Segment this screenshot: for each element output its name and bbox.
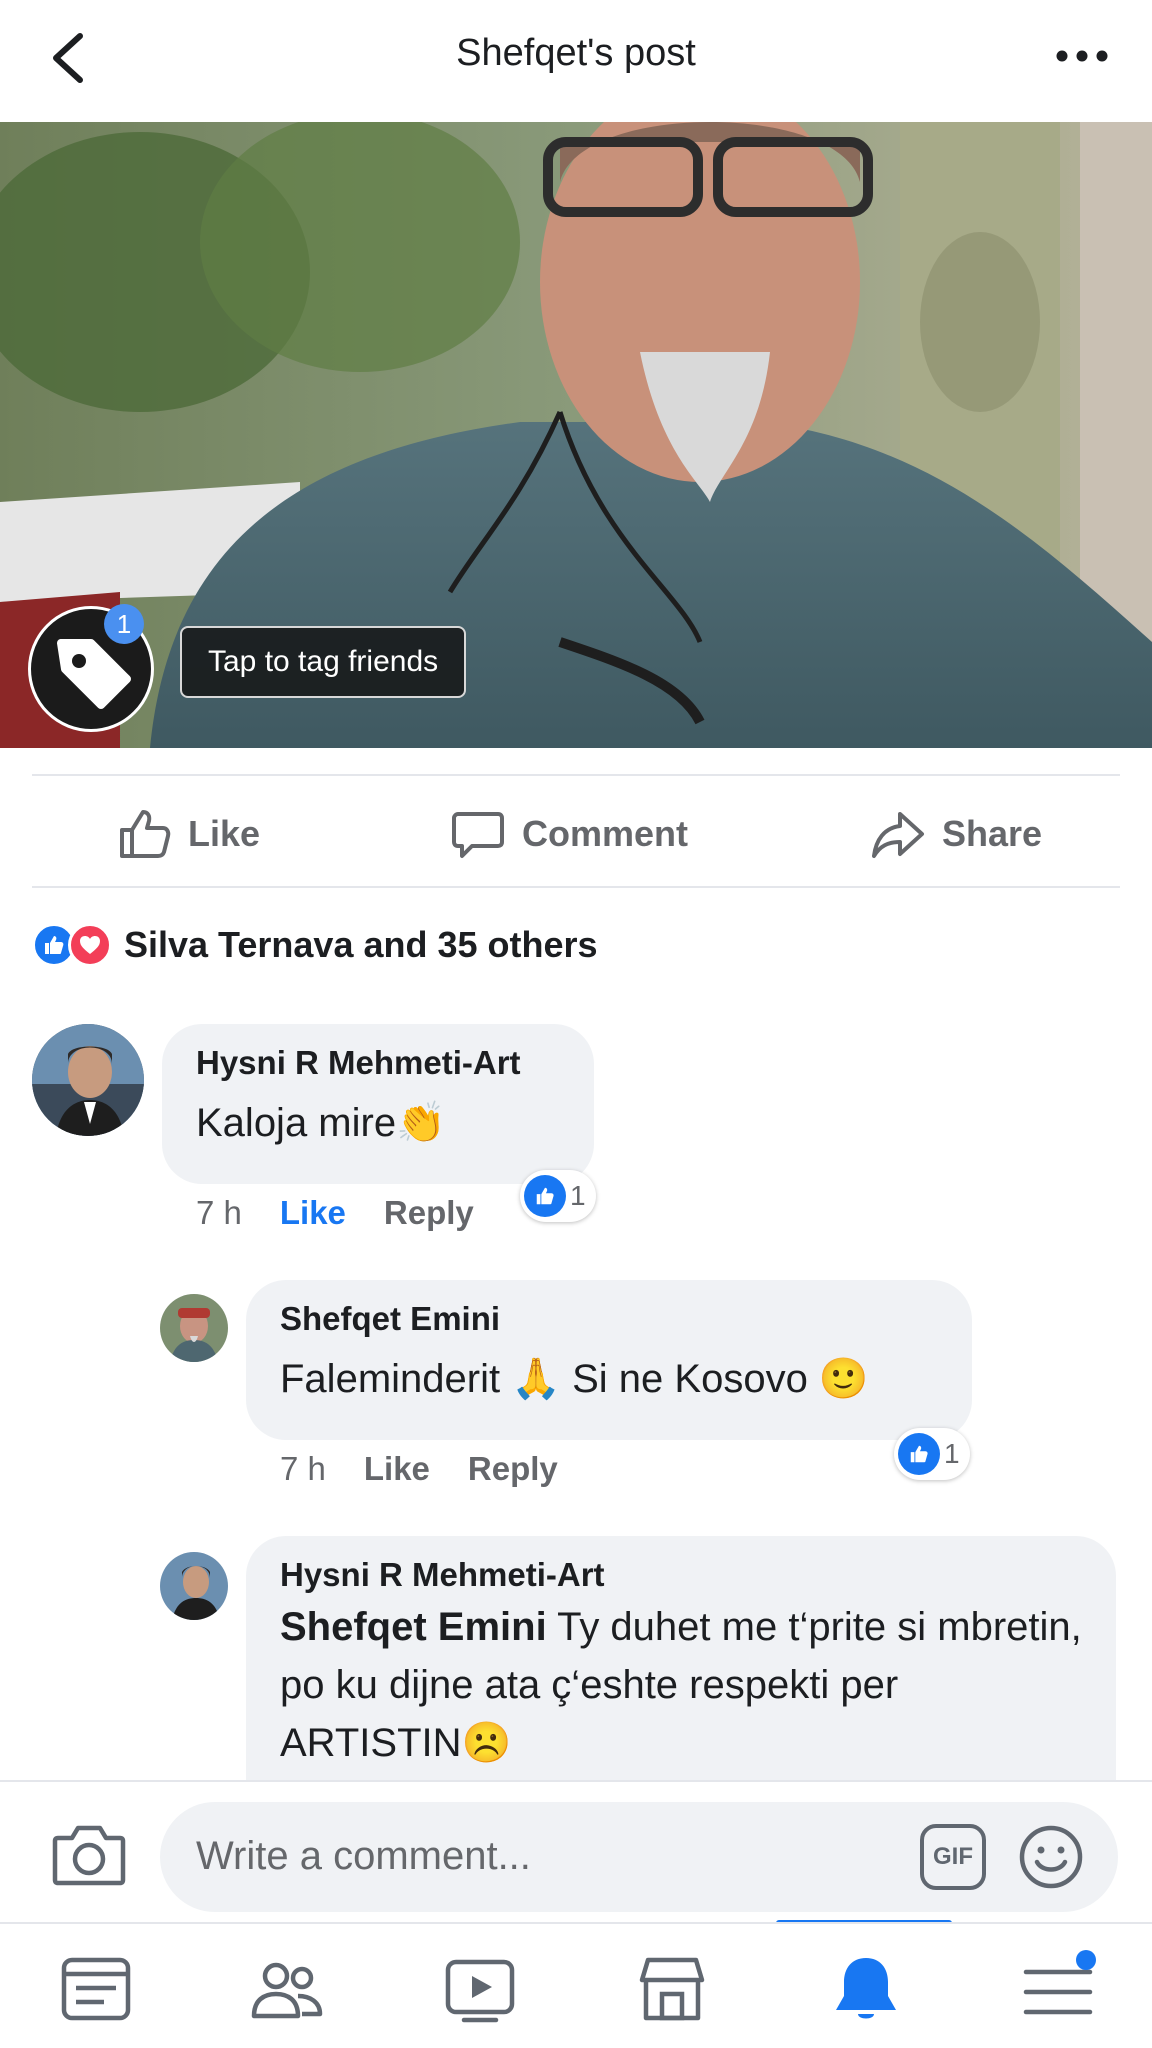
bottom-tab-bar <box>0 1922 1152 2048</box>
comment-like-button[interactable]: Like <box>364 1450 430 1488</box>
comment-text: Shefqet Emini Ty duhet me t‘prite si mbr… <box>280 1598 1082 1772</box>
comment-button[interactable]: Comment <box>450 800 688 868</box>
comment-reply-button[interactable]: Reply <box>468 1450 558 1488</box>
comment-text: Faleminderit 🙏 Si ne Kosovo 🙂 <box>280 1357 869 1401</box>
comment-author[interactable]: Hysni R Mehmeti-Art <box>196 1044 560 1082</box>
marketplace-icon[interactable] <box>632 1954 712 2024</box>
comment-composer: Write a comment... GIF <box>0 1780 1152 1922</box>
share-icon <box>872 812 924 858</box>
post-photo[interactable] <box>0 122 1152 748</box>
watch-icon[interactable] <box>440 1954 520 2024</box>
avatar[interactable] <box>32 1024 144 1136</box>
comment-author[interactable]: Hysni R Mehmeti-Art <box>280 1556 1082 1594</box>
comment-reply-button[interactable]: Reply <box>384 1194 474 1232</box>
news-feed-icon[interactable] <box>56 1954 136 2024</box>
avatar[interactable] <box>160 1552 228 1620</box>
thumbs-up-icon <box>120 810 171 858</box>
like-label: Like <box>188 813 261 854</box>
avatar-image <box>160 1552 228 1620</box>
photo-image <box>0 122 1152 748</box>
comment-author[interactable]: Shefqet Emini <box>280 1300 938 1338</box>
menu-notification-dot <box>1076 1950 1096 1970</box>
reactions-summary[interactable]: Silva Ternava and 35 others <box>32 920 598 970</box>
comment-text: Kaloja mire👏 <box>196 1101 446 1145</box>
emoji-icon[interactable] <box>1018 1824 1084 1890</box>
avatar[interactable] <box>160 1294 228 1362</box>
divider <box>32 886 1120 888</box>
comment-bubble[interactable]: Shefqet Emini Faleminderit 🙏 Si ne Kosov… <box>246 1280 972 1440</box>
page-title: Shefqet's post <box>456 32 696 74</box>
camera-icon[interactable] <box>52 1820 126 1886</box>
comment-like-button[interactable]: Like <box>280 1194 346 1232</box>
comment-label: Comment <box>522 813 689 854</box>
comment-meta: 7 h Like Reply <box>196 1194 474 1232</box>
comment-icon <box>452 812 504 858</box>
comment-bubble[interactable]: Hysni R Mehmeti-Art Kaloja mire👏 <box>162 1024 594 1184</box>
friends-icon[interactable] <box>246 1954 326 2024</box>
comment-time: 7 h <box>196 1194 242 1231</box>
like-button[interactable]: Like <box>116 800 260 868</box>
tag-friends-tooltip[interactable]: Tap to tag friends <box>180 626 467 698</box>
comment-input[interactable]: Write a comment... GIF <box>160 1802 1118 1912</box>
notifications-icon[interactable] <box>826 1954 906 2024</box>
top-bar: Shefqet's post <box>0 0 1152 122</box>
comment-time: 7 h <box>280 1450 326 1487</box>
reactions-summary-text: Silva Ternava and 35 others <box>124 924 598 965</box>
reaction-count-number: 1 <box>944 1438 960 1469</box>
share-label: Share <box>942 813 1043 854</box>
share-button[interactable]: Share <box>870 800 1042 868</box>
like-reaction-icon <box>898 1433 940 1475</box>
reaction-count-number: 1 <box>570 1180 586 1211</box>
comment-bubble[interactable]: Hysni R Mehmeti-Art Shefqet Emini Ty duh… <box>246 1536 1116 1796</box>
like-reaction-icon <box>524 1175 566 1217</box>
comment-input-placeholder: Write a comment... <box>196 1834 531 1878</box>
comment-mention[interactable]: Shefqet Emini <box>280 1605 547 1649</box>
avatar-image <box>32 1024 144 1136</box>
love-reaction-icon <box>68 923 112 967</box>
divider <box>32 774 1120 776</box>
avatar-image <box>160 1294 228 1362</box>
more-horizontal-icon[interactable] <box>1052 34 1112 78</box>
gif-button[interactable]: GIF <box>920 1824 986 1890</box>
comment-meta: 7 h Like Reply <box>280 1450 558 1488</box>
tag-count-badge: 1 <box>104 604 144 644</box>
comment-reaction-count[interactable]: 1 <box>520 1170 596 1222</box>
comment-reaction-count[interactable]: 1 <box>894 1428 970 1480</box>
